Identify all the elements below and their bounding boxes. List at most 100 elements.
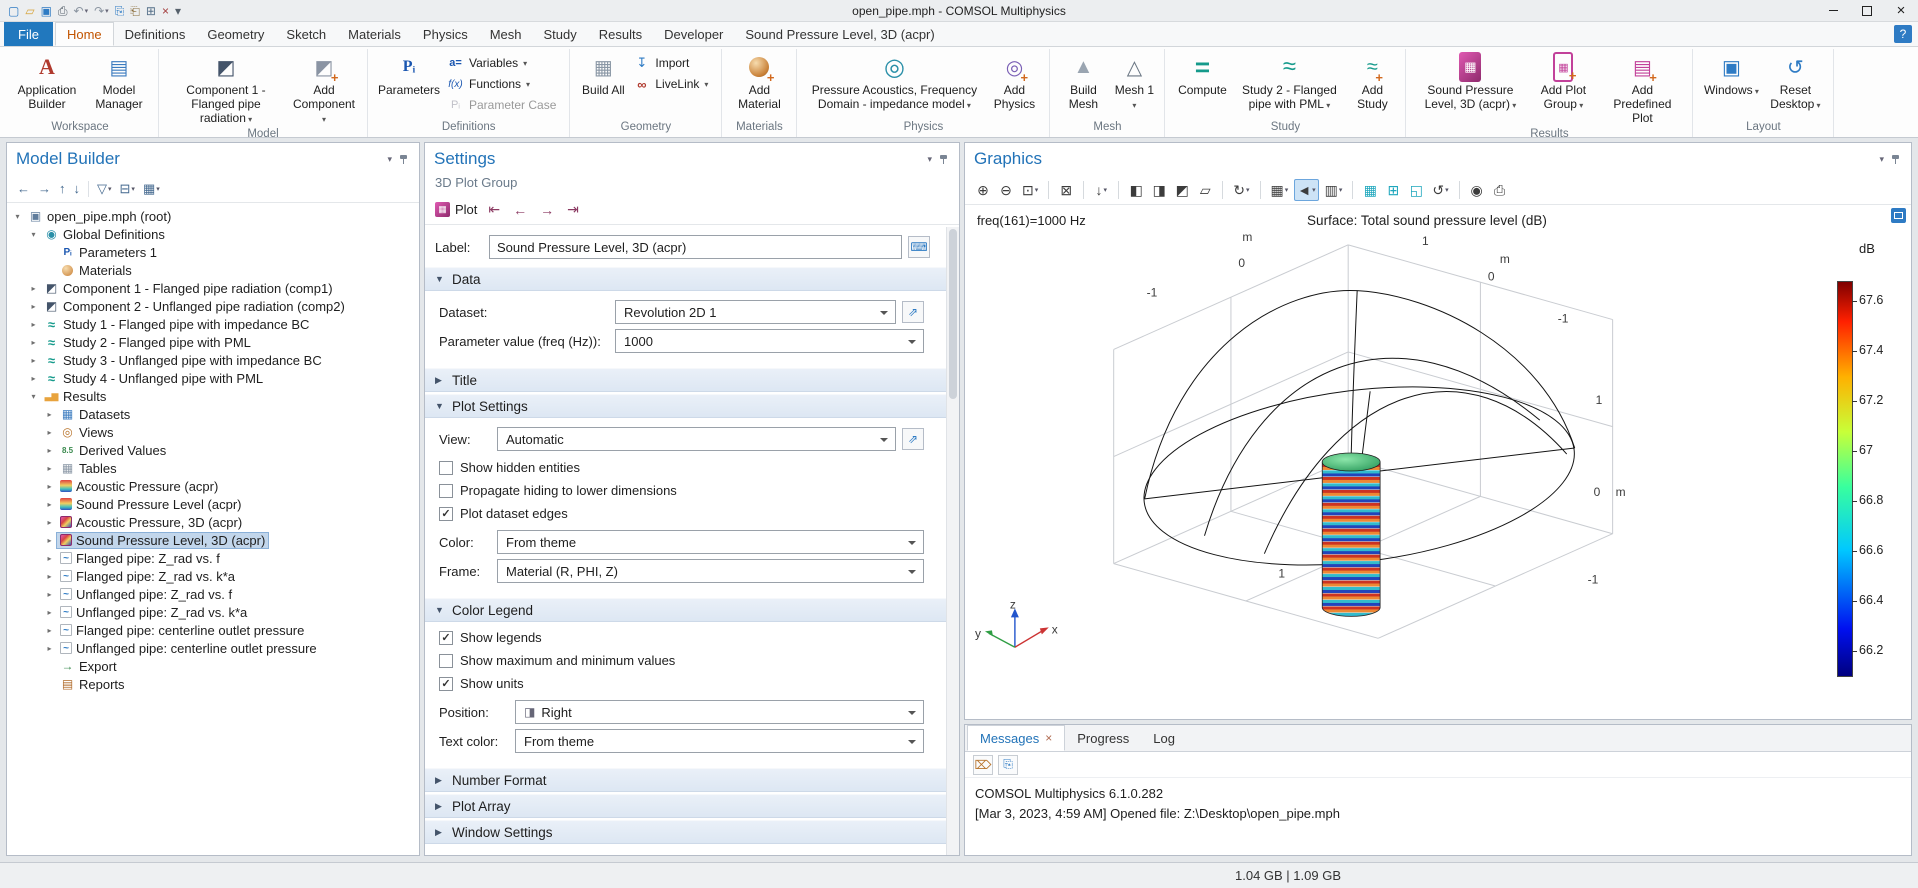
tab-results[interactable]: Results [588, 22, 653, 46]
label-input[interactable] [489, 235, 902, 259]
parameters-button[interactable]: Parameters [375, 50, 443, 100]
livelink-button[interactable]: LiveLink▾ [631, 74, 714, 94]
plot-button[interactable]: ▦ Plot [435, 202, 477, 217]
application-builder-button[interactable]: Application Builder [9, 50, 85, 114]
panel-menu-icon[interactable]: ▾ [1879, 154, 1884, 165]
section-header-plot-array[interactable]: ▶ Plot Array [425, 794, 946, 818]
expand-icon[interactable]: ▸ [43, 590, 56, 599]
tree-item[interactable]: ▸ Flanged pipe: Z_rad vs. f [7, 549, 419, 567]
build-all-button[interactable]: Build All [577, 50, 629, 100]
collapse-icon[interactable]: ▾ [27, 230, 40, 239]
collapse-icon[interactable]: ▾ [11, 212, 24, 221]
plot-area[interactable]: m 0 1 m 0 -1 -1 1 0 m -1 1 y z x freq(161)=1000 Hz Sur… [965, 205, 1911, 719]
checkbox-show-units[interactable]: Show units [425, 672, 946, 695]
mesh-1-button[interactable]: Mesh 1 ▾ [1111, 50, 1157, 114]
expand-icon[interactable]: ▸ [43, 536, 56, 545]
collapse-icon[interactable]: ▾ [27, 392, 40, 401]
expand-icon[interactable]: ▸ [27, 284, 40, 293]
add-physics-button[interactable]: Add Physics [986, 50, 1042, 114]
position-select[interactable]: ◨ Right [515, 700, 924, 724]
add-study-button[interactable]: Add Study [1346, 50, 1398, 114]
redo-button[interactable]: ↷ ▾ [92, 2, 111, 20]
study-2-flanged-pipe-with-pml-button[interactable]: Study 2 - Flanged pipe with PML ▾ [1234, 50, 1344, 114]
view-zx-button[interactable]: ◩ [1172, 179, 1192, 201]
restore-window-icon[interactable] [1891, 208, 1906, 223]
tab-study[interactable]: Study [533, 22, 588, 46]
zoom-extents-button[interactable]: ⊠ [1056, 179, 1076, 201]
tab-file[interactable]: File [4, 22, 53, 46]
tree-item[interactable]: ▸ Tables [7, 459, 419, 477]
dataset-select[interactable]: Revolution 2D 1 [615, 300, 896, 324]
collapse-all-button[interactable]: ⊟ ▾ [117, 179, 138, 199]
customize-quick-access-button[interactable]: ▾ [173, 2, 183, 20]
text-color-select[interactable]: From theme [515, 729, 924, 753]
expand-icon[interactable]: ▸ [27, 302, 40, 311]
section-header-title[interactable]: ▶ Title [425, 368, 946, 392]
section-header-data[interactable]: ▼ Data [425, 267, 946, 291]
show-axes-button[interactable]: ⊞ [1383, 179, 1403, 201]
section-header-number-format[interactable]: ▶ Number Format [425, 768, 946, 792]
plot-in-window-button[interactable]: ▥ ▾ [1322, 179, 1346, 201]
tree-item[interactable]: Export [7, 657, 419, 675]
move-up-button[interactable]: ↑ [56, 179, 69, 198]
expand-icon[interactable]: ▸ [43, 644, 56, 653]
go-forward-button[interactable]: → [35, 179, 54, 198]
checkbox[interactable] [439, 630, 453, 645]
section-header-plot-settings[interactable]: ▼ Plot Settings [425, 394, 946, 418]
update-plot-button[interactable]: ↺ ▾ [1429, 179, 1451, 201]
plot-3d-scene[interactable]: m01m0-1-110 m-11yzx [965, 205, 1911, 719]
plot-next-icon[interactable]: → [538, 202, 556, 218]
checkbox[interactable] [439, 506, 453, 521]
panel-menu-icon[interactable]: ▾ [387, 154, 392, 165]
go-to-source-button[interactable]: ⇗ [902, 301, 924, 323]
expand-icon[interactable]: ▸ [43, 608, 56, 617]
tree-item[interactable]: Reports [7, 675, 419, 693]
print-button[interactable]: ⎙ [56, 2, 70, 20]
add-predefined-plot-button[interactable]: Add Predefined Plot [1599, 50, 1685, 127]
perspective-button[interactable]: ▱ [1195, 179, 1215, 201]
expand-icon[interactable]: ▸ [43, 500, 56, 509]
add-material-button[interactable]: Add Material [729, 50, 789, 114]
panel-menu-icon[interactable]: ▾ [927, 154, 932, 165]
open-file-button[interactable]: ▱ [23, 2, 36, 20]
copy-text-button[interactable]: ⎘ [998, 754, 1018, 775]
minimize-button[interactable] [1816, 0, 1850, 22]
tree-item[interactable]: ▸ Component 2 - Unflanged pipe radiation … [7, 297, 419, 315]
delete-button[interactable]: × [160, 2, 171, 20]
tree-item[interactable]: ▸ Derived Values [7, 441, 419, 459]
expand-icon[interactable]: ▸ [43, 572, 56, 581]
tree-item[interactable]: ▸ Study 3 - Unflanged pipe with impedance… [7, 351, 419, 369]
expand-icon[interactable]: ▸ [27, 356, 40, 365]
expand-icon[interactable]: ▸ [43, 464, 56, 473]
tree-item[interactable]: ▸ Datasets [7, 405, 419, 423]
view-yz-button[interactable]: ◨ [1149, 179, 1169, 201]
import-button[interactable]: Import [631, 53, 714, 73]
save-button[interactable]: ▣ [39, 2, 54, 20]
plot-first-icon[interactable]: ⇤ [486, 201, 502, 218]
tab-definitions[interactable]: Definitions [114, 22, 197, 46]
checkbox[interactable] [439, 676, 453, 691]
parameter-value-select[interactable]: 1000 [615, 329, 924, 353]
expand-icon[interactable]: ▸ [27, 338, 40, 347]
tree-item[interactable]: Parameters 1 [7, 243, 419, 261]
add-plot-group-button[interactable]: Add Plot Group ▾ [1529, 50, 1597, 114]
model-tree-columns-button[interactable]: ▦ ▾ [140, 179, 163, 199]
expand-icon[interactable]: ▸ [27, 320, 40, 329]
tab-log[interactable]: Log [1141, 725, 1187, 751]
pin-icon[interactable] [1891, 154, 1902, 165]
pin-icon[interactable] [399, 154, 410, 165]
go-back-button[interactable]: ← [14, 179, 33, 198]
tree-item[interactable]: ▾ open_pipe.mph (root) [7, 207, 419, 225]
tree-item[interactable]: ▾ Global Definitions [7, 225, 419, 243]
color-select[interactable]: From theme [497, 530, 924, 554]
section-header-color-legend[interactable]: ▼ Color Legend [425, 598, 946, 622]
clear-messages-button[interactable]: ⌦ [973, 754, 993, 775]
zoom-out-button[interactable]: ⊖ [996, 179, 1016, 201]
variables-button[interactable]: Variables▾ [445, 53, 562, 73]
checkbox-propagate-hiding[interactable]: Propagate hiding to lower dimensions [425, 479, 946, 502]
expand-icon[interactable]: ▸ [43, 626, 56, 635]
model-manager-button[interactable]: Model Manager [87, 50, 151, 114]
scrollbar-thumb[interactable] [949, 229, 957, 399]
tree-item[interactable]: ▾ Results [7, 387, 419, 405]
expand-icon[interactable]: ▸ [43, 518, 56, 527]
